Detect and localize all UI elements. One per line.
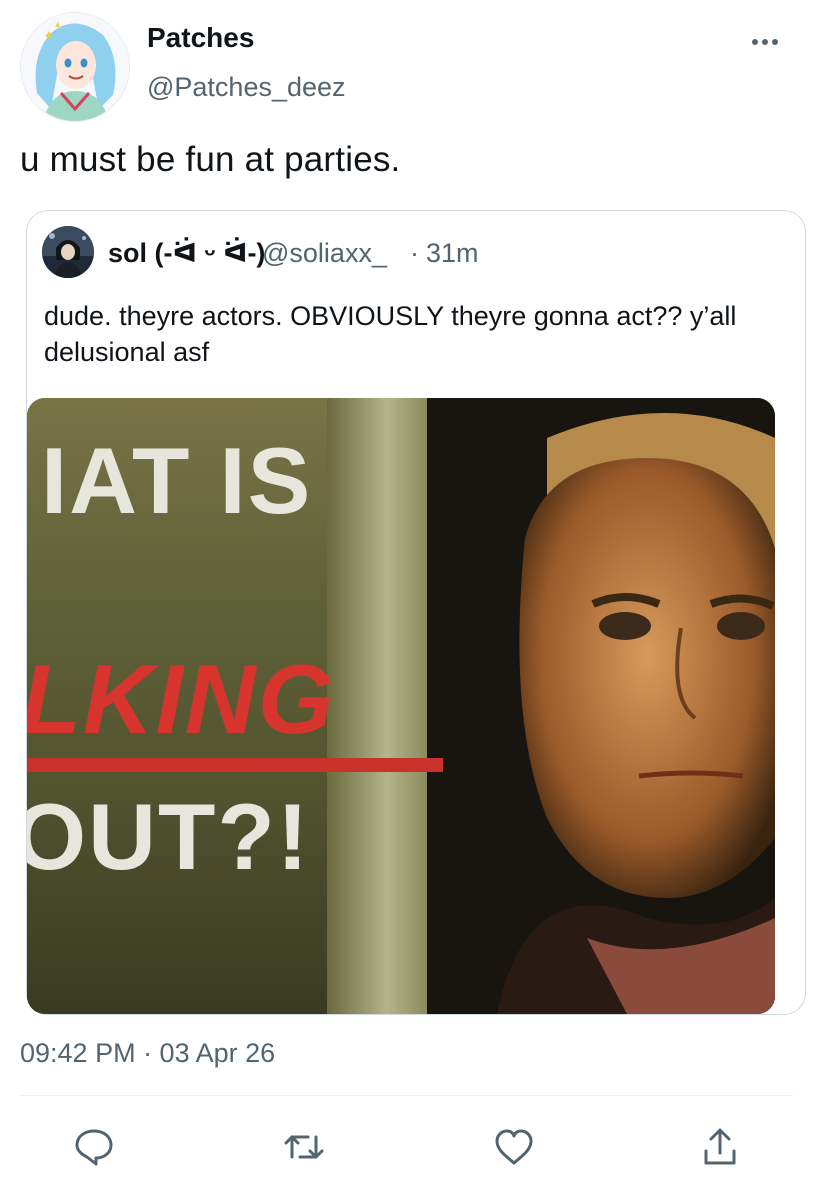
meme-underline [27,758,443,772]
quoted-author-handle[interactable]: @soliaxx_ [262,238,387,269]
reply-icon[interactable] [72,1125,116,1169]
author-handle[interactable]: @Patches_deez [147,72,346,103]
tweet-text: u must be fun at parties. [20,140,401,179]
quoted-author-avatar[interactable] [42,226,94,278]
quoted-text: dude. theyre actors. OBVIOUSLY theyre go… [44,301,737,367]
author-avatar[interactable] [20,12,130,122]
divider [20,1095,793,1096]
meta-separator: · [410,238,419,268]
quoted-time[interactable]: 31m [426,238,479,269]
quoted-avatar-illustration [42,226,94,278]
meme-text-line-3: OUT?! [27,784,311,889]
quoted-author-name[interactable]: sol (‐ᐛ ᵕ ᐛ‐) [108,238,265,269]
meme-text-line-1: IAT IS [41,428,313,533]
share-icon[interactable] [698,1125,742,1169]
tweet-timestamp[interactable]: 09:42 PM · 03 Apr 26 [20,1038,275,1069]
meme-text-line-2: LKING [27,644,336,754]
retweet-icon[interactable] [282,1125,326,1169]
quoted-media-image[interactable]: IAT IS LKING OUT?! [27,398,775,1014]
author-name[interactable]: Patches [147,22,254,54]
more-options-icon[interactable] [752,32,786,52]
avatar-illustration [21,13,129,121]
like-icon[interactable] [492,1125,536,1169]
